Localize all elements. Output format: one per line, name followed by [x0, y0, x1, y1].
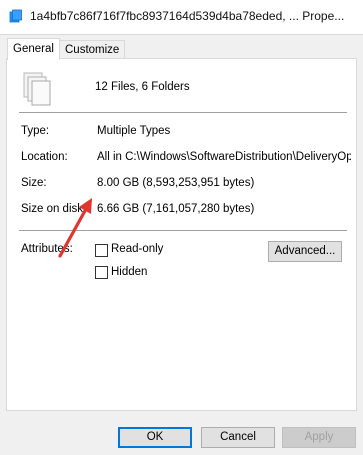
location-label: Location:	[21, 151, 68, 163]
tab-customize[interactable]: Customize	[59, 40, 126, 59]
readonly-checkbox[interactable]	[95, 244, 108, 257]
general-panel: 12 Files, 6 Folders Type: Multiple Types…	[6, 58, 357, 411]
attributes-label: Attributes:	[21, 243, 73, 255]
hidden-label[interactable]: Hidden	[111, 266, 147, 278]
cancel-button[interactable]: Cancel	[201, 427, 275, 448]
tab-general[interactable]: General	[7, 38, 60, 60]
advanced-button[interactable]: Advanced...	[268, 241, 342, 262]
size-on-disk-value: 6.66 GB (7,161,057,280 bytes)	[97, 203, 255, 215]
title-bar: 1a4bfb7c86f716f7fbc8937164d539d4ba78eded…	[0, 0, 363, 35]
readonly-label[interactable]: Read-only	[111, 243, 163, 255]
ok-button[interactable]: OK	[118, 427, 192, 448]
files-icon	[9, 9, 22, 23]
divider	[19, 230, 347, 231]
size-value: 8.00 GB (8,593,253,951 bytes)	[97, 177, 255, 189]
divider	[19, 112, 347, 113]
type-label: Type:	[21, 125, 50, 137]
size-label: Size:	[21, 177, 47, 189]
location-value: All in C:\Windows\SoftwareDistribution\D…	[97, 151, 351, 163]
size-on-disk-label: Size on disk:	[21, 203, 87, 215]
selection-summary: 12 Files, 6 Folders	[95, 81, 190, 93]
type-value: Multiple Types	[97, 125, 171, 137]
hidden-checkbox[interactable]	[95, 266, 108, 279]
window-title: 1a4bfb7c86f716f7fbc8937164d539d4ba78eded…	[30, 9, 345, 23]
multiple-files-icon	[23, 72, 51, 106]
apply-button[interactable]: Apply	[282, 427, 356, 448]
